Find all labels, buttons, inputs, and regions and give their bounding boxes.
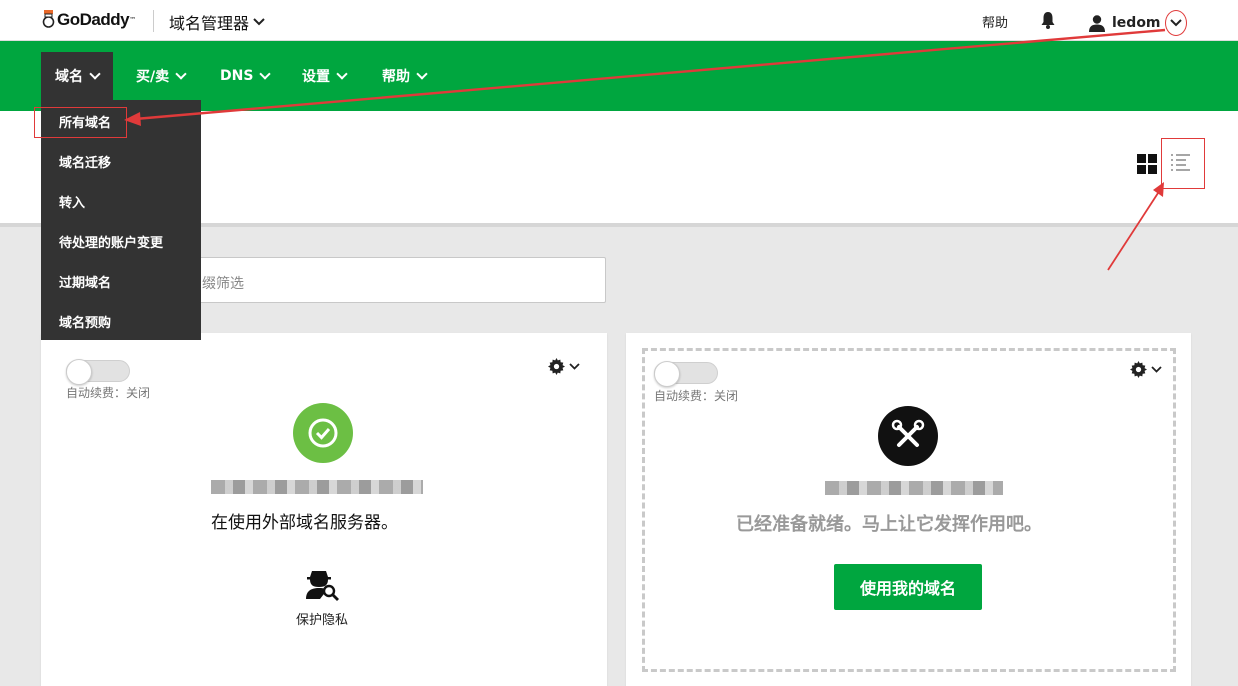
chevron-down-icon: [336, 67, 348, 80]
user-menu-toggle[interactable]: [1164, 10, 1187, 36]
redacted-domain-name: [825, 481, 1003, 495]
chevron-down-icon: [89, 67, 101, 80]
nav-dns[interactable]: DNS: [206, 52, 283, 100]
privacy-label[interactable]: 保护隐私: [296, 609, 348, 628]
all-domains-highlight: [34, 107, 127, 138]
logo-text: GoDaddy: [57, 10, 130, 29]
card-status-text: 已经准备就绪。马上让它发挥作用吧。: [736, 514, 1042, 535]
menu-item-domain-preorder[interactable]: 域名预购: [59, 312, 111, 331]
app-title: 域名管理器: [169, 14, 250, 33]
use-my-domain-button[interactable]: 使用我的域名: [834, 564, 982, 610]
godaddy-hat-icon: [42, 10, 55, 28]
card-settings-menu[interactable]: [548, 358, 580, 375]
card-settings-menu[interactable]: [1130, 361, 1162, 378]
help-link[interactable]: 帮助: [982, 12, 1008, 31]
header-divider: [153, 10, 154, 32]
autorenew-status: 自动续费：关闭: [654, 389, 739, 403]
logo-trademark: ™: [129, 16, 137, 24]
privacy-icon[interactable]: [304, 565, 340, 601]
godaddy-logo[interactable]: GoDaddy ™: [42, 8, 136, 32]
chevron-down-icon: [259, 67, 272, 80]
autorenew-toggle[interactable]: [654, 361, 718, 387]
chevron-down-icon: [416, 67, 428, 80]
chevron-down-icon: [1151, 366, 1162, 373]
nav-buy-sell[interactable]: 买/卖: [122, 52, 199, 100]
nav-help[interactable]: 帮助: [368, 52, 440, 100]
autorenew-status: 自动续费：关闭: [66, 386, 151, 400]
gear-icon: [1130, 361, 1147, 378]
menu-item-expired-domains[interactable]: 过期域名: [59, 272, 111, 291]
user-icon: [1089, 15, 1105, 32]
bell-icon[interactable]: [1040, 11, 1056, 29]
chevron-down-icon: [569, 363, 580, 370]
nav-label: 域名: [55, 69, 83, 85]
username: ledom: [1112, 15, 1161, 31]
nav-label: 设置: [302, 69, 330, 85]
user-menu[interactable]: ledom: [1088, 10, 1187, 36]
chevron-down-icon: [253, 18, 265, 26]
menu-item-pending-changes[interactable]: 待处理的账户变更: [59, 232, 163, 251]
menu-item-domain-migration[interactable]: 域名迁移: [59, 152, 111, 171]
chevron-down-icon: [1169, 19, 1182, 27]
gear-icon: [548, 358, 565, 375]
nav-domains[interactable]: 域名: [41, 52, 113, 100]
chevron-down-icon: [175, 67, 187, 80]
app-switcher[interactable]: 域名管理器: [169, 10, 265, 34]
redacted-domain-name: [211, 480, 423, 494]
card-status-text: 在使用外部域名服务器。: [211, 513, 398, 533]
menu-item-transfer-in[interactable]: 转入: [59, 192, 85, 211]
nav-label: DNS: [220, 68, 254, 84]
nav-label: 帮助: [382, 69, 410, 85]
nav-label: 买/卖: [136, 69, 170, 85]
check-circle-icon: [293, 403, 353, 463]
nav-settings[interactable]: 设置: [288, 52, 360, 100]
filter-placeholder: 缀筛选: [202, 276, 244, 292]
tools-icon: [878, 406, 938, 466]
list-view-icon[interactable]: [1171, 153, 1190, 173]
top-header: GoDaddy ™ 域名管理器 帮助 ledom: [0, 0, 1238, 41]
autorenew-toggle[interactable]: [66, 359, 130, 385]
grid-view-icon[interactable]: [1137, 154, 1157, 174]
